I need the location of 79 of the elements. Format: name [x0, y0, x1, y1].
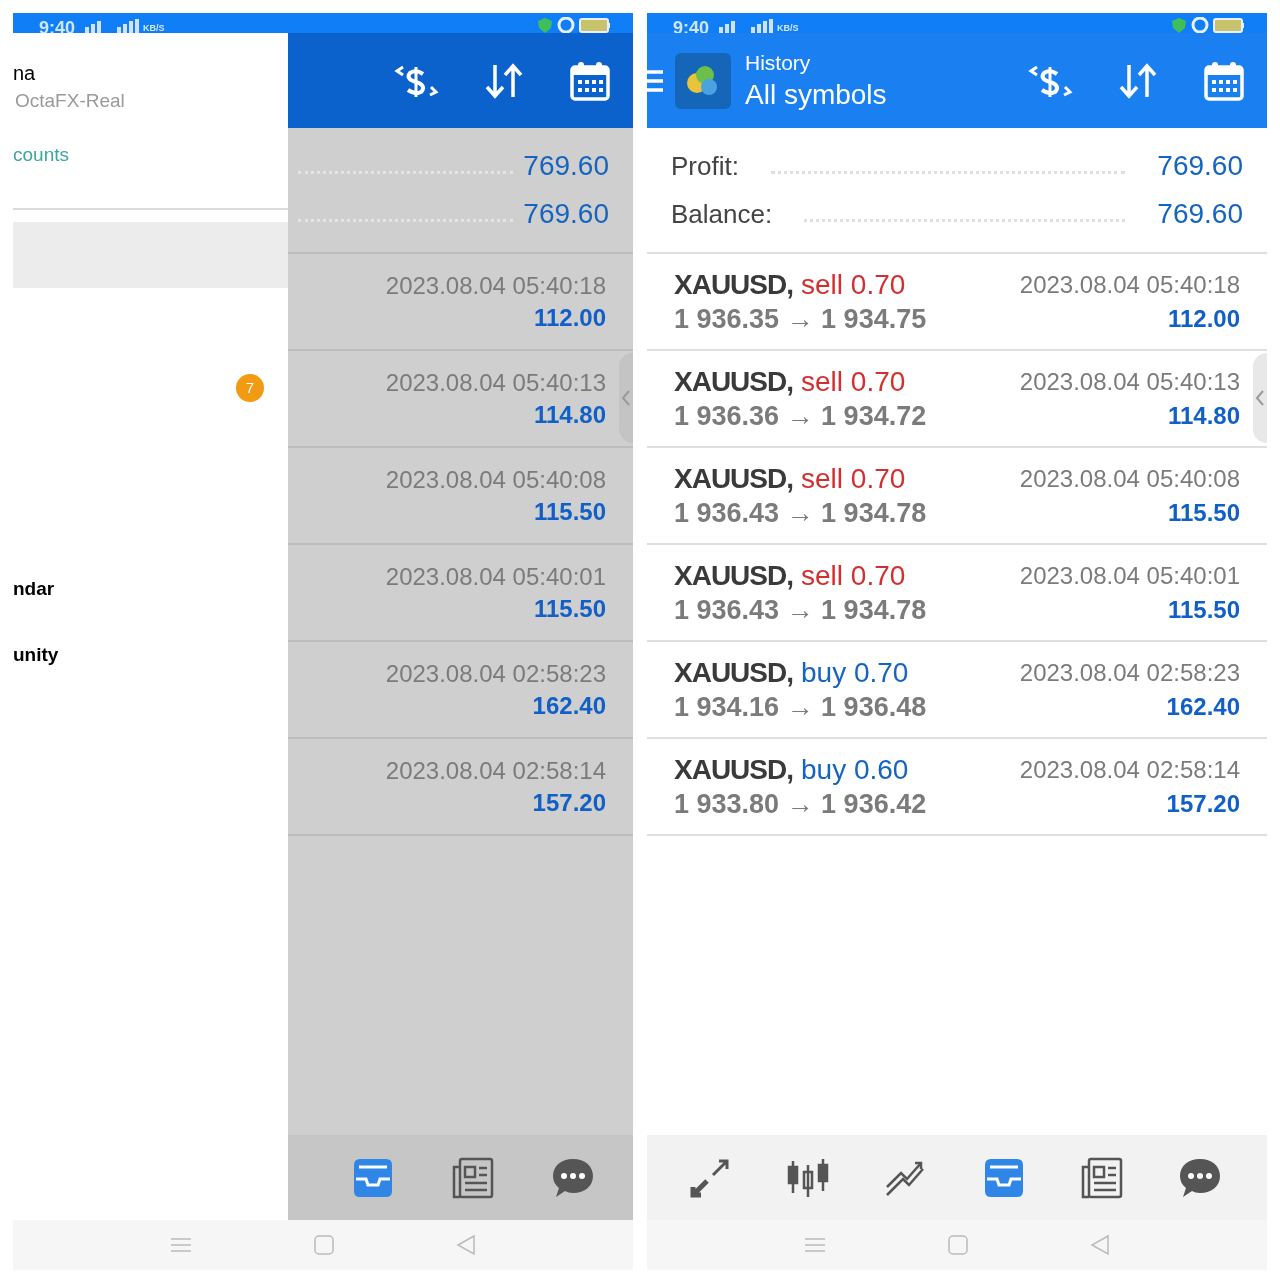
trade-profit: 115.50	[533, 496, 606, 527]
trade-row[interactable]: 2023.08.04 05:40:18 112.00	[288, 254, 633, 351]
account-name: na	[13, 61, 37, 86]
trade-time: 2023.08.04 05:40:18	[385, 270, 606, 301]
trade-symbol: XAUUSD,	[674, 752, 793, 787]
trade-time: 2023.08.04 05:40:13	[1019, 366, 1240, 397]
header-title: History	[745, 49, 812, 76]
trade-profit: 115.50	[1167, 497, 1240, 528]
trade-time: 2023.08.04 05:40:18	[1019, 269, 1240, 300]
trade-profit: 157.20	[532, 787, 606, 818]
summary-value: 769.60	[523, 197, 609, 231]
trade-symbol: XAUUSD,	[674, 558, 793, 593]
summary-value: 769.60	[1157, 149, 1243, 183]
order-type: sell 0.70	[801, 267, 906, 302]
trade-profit: 115.50	[1167, 594, 1240, 625]
battery-icon	[1213, 17, 1245, 33]
trade-time: 2023.08.04 05:40:13	[385, 367, 606, 398]
calendar-icon[interactable]	[569, 59, 611, 102]
signal-icon	[115, 19, 142, 33]
trade-row[interactable]: 2023.08.04 05:40:08 115.50	[288, 448, 633, 545]
summary-label: Balance:	[671, 198, 773, 231]
trade-time: 2023.08.04 02:58:23	[385, 658, 606, 689]
menu-icon[interactable]	[647, 67, 665, 94]
trade-time: 2023.08.04 02:58:14	[1019, 754, 1240, 785]
calendar-icon[interactable]	[1203, 59, 1245, 102]
trade-row[interactable]: XAUUSD, sell 0.70 1 936.43 → 1 934.78 2023.08.04 05:40:01 115.50	[647, 545, 1267, 642]
trade-profit: 162.40	[1166, 691, 1240, 722]
order-type: sell 0.70	[801, 558, 906, 593]
trade-time: 2023.08.04 05:40:08	[1019, 463, 1240, 494]
trade-prices: 1 936.43 → 1 934.78	[674, 496, 928, 530]
trade-time: 2023.08.04 05:40:01	[385, 561, 606, 592]
summary-value: 769.60	[1157, 197, 1243, 231]
server-name: OctaFX-Real	[14, 89, 126, 113]
trade-profit: 114.80	[533, 399, 606, 430]
edge-handle[interactable]	[1253, 353, 1267, 443]
trade-time: 2023.08.04 02:58:14	[385, 755, 606, 786]
trade-prices: 1 934.16 → 1 936.48	[674, 690, 928, 724]
trade-symbol: XAUUSD,	[674, 655, 793, 690]
network-speed-unit: KB/S	[143, 23, 165, 33]
trade-row[interactable]: 2023.08.04 02:58:14 157.20	[288, 739, 633, 836]
trade-profit: 112.00	[1167, 303, 1240, 334]
trade-time: 2023.08.04 05:40:08	[385, 464, 606, 495]
trade-symbol: XAUUSD,	[674, 267, 793, 302]
trade-prices: 1 936.36 → 1 934.72	[674, 399, 928, 433]
trade-time: 2023.08.04 02:58:23	[1019, 657, 1240, 688]
trade-row[interactable]: XAUUSD, sell 0.70 1 936.35 → 1 934.75 2023.08.04 05:40:18 112.00	[647, 254, 1267, 351]
signal-icon	[749, 19, 776, 33]
trade-row[interactable]: XAUUSD, sell 0.70 1 936.36 → 1 934.72 2023.08.04 05:40:13 114.80	[647, 351, 1267, 448]
trade-symbol: XAUUSD,	[674, 461, 793, 496]
order-type: sell 0.70	[801, 461, 906, 496]
trade-prices: 1 936.43 → 1 934.78	[674, 593, 928, 627]
order-type: sell 0.70	[801, 364, 906, 399]
trade-profit: 114.80	[1167, 400, 1240, 431]
trade-profit: 162.40	[532, 690, 606, 721]
order-type: buy 0.70	[801, 655, 909, 690]
trade-prices: 1 936.35 → 1 934.75	[674, 302, 928, 336]
trade-symbol: XAUUSD,	[674, 364, 793, 399]
trade-row[interactable]: XAUUSD, buy 0.60 1 933.80 → 1 936.42 2023.08.04 02:58:14 157.20	[647, 739, 1267, 836]
menu-item[interactable]: ndar	[13, 576, 288, 602]
menu-item[interactable]: unity	[13, 642, 288, 668]
trade-row[interactable]: 2023.08.04 05:40:01 115.50	[288, 545, 633, 642]
battery-icon	[579, 17, 611, 33]
network-speed-unit: KB/S	[777, 23, 799, 33]
trade-profit: 115.50	[533, 593, 606, 624]
trade-row[interactable]: XAUUSD, sell 0.70 1 936.43 → 1 934.78 2023.08.04 05:40:08 115.50	[647, 448, 1267, 545]
app-logo-icon	[675, 52, 731, 109]
trade-time: 2023.08.04 05:40:01	[1019, 560, 1240, 591]
trade-row[interactable]: 2023.08.04 02:58:23 162.40	[288, 642, 633, 739]
summary-value: 769.60	[523, 149, 609, 183]
trade-profit: 157.20	[1166, 788, 1240, 819]
summary-label: Profit:	[671, 150, 739, 183]
edge-handle[interactable]	[619, 353, 633, 443]
order-type: buy 0.60	[801, 752, 909, 787]
notification-badge: 7	[236, 374, 264, 402]
trade-row[interactable]: XAUUSD, buy 0.70 1 934.16 → 1 936.48 2023.08.04 02:58:23 162.40	[647, 642, 1267, 739]
trade-profit: 112.00	[533, 302, 606, 333]
trade-row[interactable]: 2023.08.04 05:40:13 114.80	[288, 351, 633, 448]
header-subtitle: All symbols	[745, 77, 888, 112]
trade-prices: 1 933.80 → 1 936.42	[674, 787, 928, 821]
